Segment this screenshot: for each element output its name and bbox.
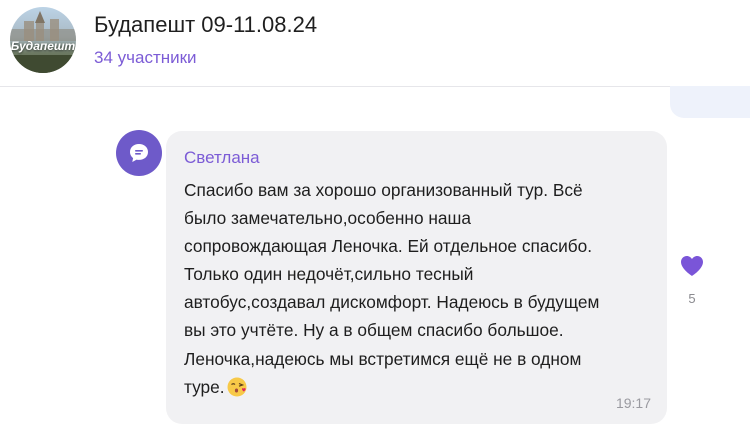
- message-line: было замечательно,особенно наша: [184, 208, 471, 229]
- kiss-emoji-icon: [227, 377, 247, 397]
- message-line: сопровождающая Леночка. Ей отдельное спа…: [184, 236, 593, 257]
- previous-message-bubble: [670, 86, 750, 118]
- sender-avatar[interactable]: [116, 130, 162, 176]
- chat-bubble-icon: [130, 144, 148, 162]
- message-time: 19:17: [615, 395, 651, 411]
- members-count[interactable]: 34 участники: [94, 48, 197, 68]
- group-avatar[interactable]: Будапешт: [10, 7, 76, 73]
- message-line: Только один недочёт,сильно тесный: [184, 264, 474, 285]
- sender-name[interactable]: Светлана: [184, 148, 260, 168]
- reaction-count: 5: [688, 291, 696, 306]
- message-line: Леночка,надеюсь мы встретимся ещё не в о…: [184, 348, 582, 369]
- message-bubble[interactable]: Светлана Спасибо вам за хорошо организов…: [166, 131, 667, 424]
- message-line: автобус,создавал дискомфорт. Надеюсь в б…: [184, 292, 600, 313]
- message-line-last: туре.: [184, 373, 654, 401]
- message-line-text: туре.: [184, 376, 225, 397]
- chat-header: Будапешт Будапешт 09-11.08.24 34 участни…: [0, 0, 750, 87]
- chat-title[interactable]: Будапешт 09-11.08.24: [94, 12, 317, 38]
- message-line: вы это учтёте. Ну а в общем спасибо боль…: [184, 320, 564, 341]
- heart-icon[interactable]: [679, 254, 705, 278]
- group-avatar-label: Будапешт: [10, 39, 76, 53]
- chat-view: Будапешт Будапешт 09-11.08.24 34 участни…: [0, 0, 750, 436]
- message-line: Спасибо вам за хорошо организованный тур…: [184, 180, 583, 200]
- message-text: Спасибо вам за хорошо организованный тур…: [184, 176, 654, 401]
